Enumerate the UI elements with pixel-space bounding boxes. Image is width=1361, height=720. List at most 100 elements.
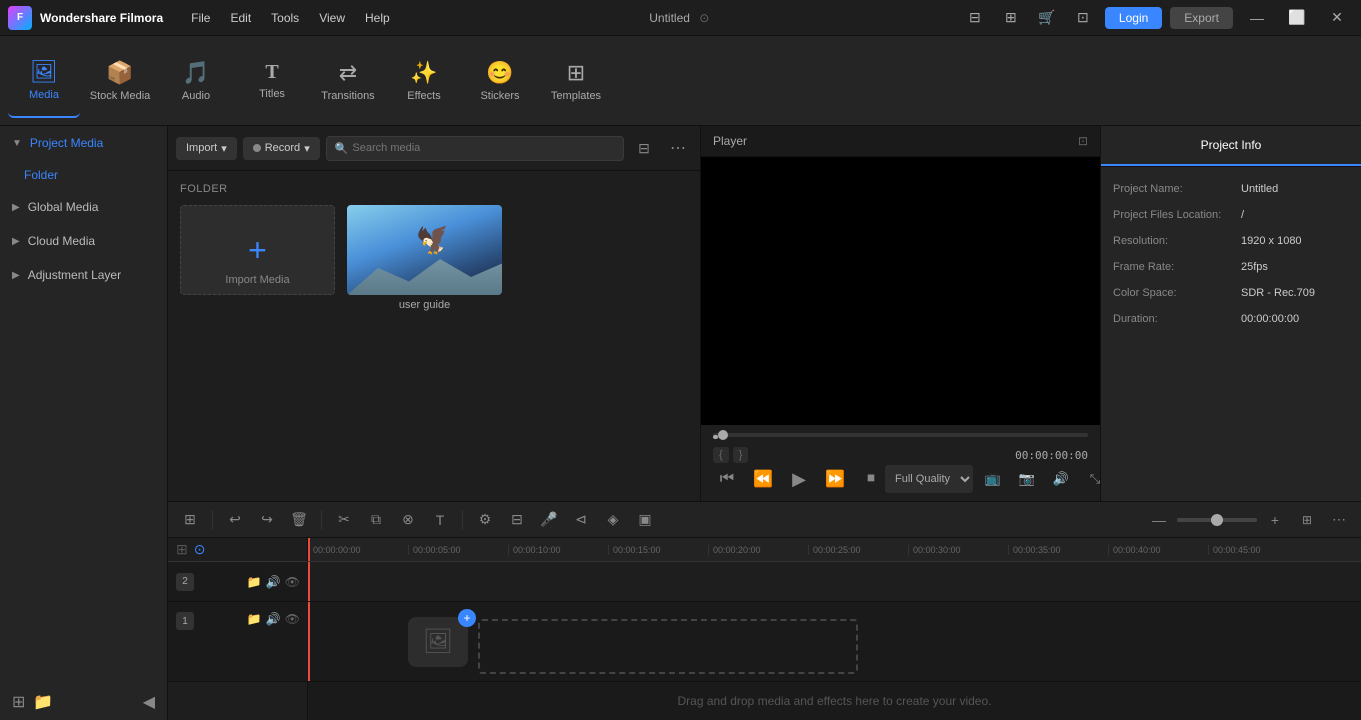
timeline-add-track-button[interactable]: ⊞	[176, 506, 204, 534]
folder-icon[interactable]: 📁	[33, 692, 53, 712]
track-row-2: 2 📁 🔊 👁	[168, 562, 1361, 602]
delete-button[interactable]: 🗑	[285, 506, 313, 534]
sidebar-item-adjustment-layer[interactable]: ▶ Adjustment Layer	[0, 258, 167, 292]
tool-stickers[interactable]: 😊 Stickers	[464, 44, 536, 118]
sidebar-folder-item[interactable]: Folder	[0, 160, 167, 190]
menu-help[interactable]: Help	[357, 9, 398, 27]
autosave-icon: ⊙	[699, 11, 709, 25]
stop-button[interactable]: ⏹	[857, 465, 885, 493]
track-content-1[interactable]: 🖼 +	[308, 602, 1361, 682]
minimize-button[interactable]: —	[1241, 4, 1273, 32]
track-eye-icon-2[interactable]: 👁	[285, 575, 300, 589]
zoom-out-button[interactable]: —	[1145, 506, 1173, 534]
grid-icon[interactable]: ⊞	[997, 4, 1025, 32]
record-button[interactable]: Record ▾	[243, 137, 320, 160]
voice-button[interactable]: 🎤	[535, 506, 563, 534]
step-back-button[interactable]: ⏪	[749, 465, 777, 493]
screenshot-button[interactable]: 📷	[1013, 465, 1041, 493]
more-timeline-options[interactable]: ⋯	[1325, 506, 1353, 534]
sidebar-label-cloud-media: Cloud Media	[28, 234, 95, 248]
step-forward-button[interactable]: ⏩	[821, 465, 849, 493]
time-label-5: 00:00:25:00	[808, 545, 908, 555]
zoom-slider[interactable]	[1177, 518, 1257, 522]
undo-button[interactable]: ↩	[221, 506, 249, 534]
filter-button[interactable]: ⊟	[630, 134, 658, 162]
add-track-small-button[interactable]: ⊞	[176, 541, 188, 558]
info-value-resolution: 1920 x 1080	[1241, 235, 1302, 247]
player-expand-icon[interactable]: ⊡	[1078, 134, 1088, 148]
stickers-icon: 😊	[486, 60, 513, 86]
tab-project-info[interactable]: Project Info	[1101, 126, 1361, 166]
rewind-button[interactable]: ⏮	[713, 465, 741, 493]
menu-tools[interactable]: Tools	[263, 9, 307, 27]
track-folder-icon-2[interactable]: 📁	[247, 575, 262, 589]
track-folder-icon-1[interactable]: 📁	[247, 612, 262, 626]
tool-effects[interactable]: ✨ Effects	[388, 44, 460, 118]
monitor-icon[interactable]: ⊟	[961, 4, 989, 32]
snap-button[interactable]: ⊟	[503, 506, 531, 534]
more-options-button[interactable]: ⋯	[664, 134, 692, 162]
close-button[interactable]: ✕	[1321, 4, 1353, 32]
track-header-empty	[168, 682, 308, 720]
import-media-thumb[interactable]: + Import Media	[180, 205, 335, 311]
effects-icon: ✨	[410, 60, 437, 86]
sidebar-item-global-media[interactable]: ▶ Global Media	[0, 190, 167, 224]
tool-templates[interactable]: ⊞ Templates	[540, 44, 612, 118]
progress-bar[interactable]	[713, 433, 1088, 437]
screen-mode-button[interactable]: 📺	[979, 465, 1007, 493]
menu-view[interactable]: View	[311, 9, 353, 27]
menu-edit[interactable]: Edit	[222, 9, 259, 27]
maximize-button[interactable]: ⬜	[1281, 4, 1313, 32]
detach-audio-button[interactable]: ⊗	[394, 506, 422, 534]
link-icon[interactable]: ⊙	[194, 541, 206, 558]
collapse-icon[interactable]: ◀	[143, 692, 155, 712]
menu-file[interactable]: File	[183, 9, 218, 27]
time-label-3: 00:00:15:00	[608, 545, 708, 555]
search-input[interactable]	[352, 142, 615, 154]
tool-media[interactable]: 🖼 Media	[8, 44, 80, 118]
track-audio-icon-1[interactable]: 🔊	[266, 612, 281, 626]
in-point-marker[interactable]: {	[713, 447, 729, 463]
import-label: Import	[186, 142, 217, 154]
login-button[interactable]: Login	[1105, 7, 1162, 29]
tool-stock-media[interactable]: 📦 Stock Media	[84, 44, 156, 118]
user-guide-thumb[interactable]: 🦅 user guide	[347, 205, 502, 311]
text-button[interactable]: T	[426, 506, 454, 534]
sidebar-item-cloud-media[interactable]: ▶ Cloud Media	[0, 224, 167, 258]
quality-select[interactable]: Full Quality	[885, 465, 973, 493]
grid-view-button[interactable]: ⊞	[1293, 506, 1321, 534]
redo-button[interactable]: ↪	[253, 506, 281, 534]
tool-stickers-label: Stickers	[480, 90, 519, 102]
sidebar-item-project-media[interactable]: ▼ Project Media	[0, 126, 167, 160]
import-button[interactable]: Import ▾	[176, 137, 237, 160]
track-audio-icon-2[interactable]: 🔊	[266, 575, 281, 589]
toolbar-divider-3	[462, 510, 463, 530]
layout-icon[interactable]: ⊡	[1069, 4, 1097, 32]
zoom-in-button[interactable]: +	[1261, 506, 1289, 534]
info-label-colorspace: Color Space:	[1113, 287, 1233, 299]
volume-button[interactable]: 🔊	[1047, 465, 1075, 493]
tool-transitions[interactable]: ⇄ Transitions	[312, 44, 384, 118]
project-title: Untitled	[649, 11, 690, 25]
copy-button[interactable]: ⧉	[362, 506, 390, 534]
time-label-0: 00:00:00:00	[308, 545, 408, 555]
add-media-icon: +	[248, 232, 267, 269]
cut-button[interactable]: ✂	[330, 506, 358, 534]
time-label-2: 00:00:10:00	[508, 545, 608, 555]
app-name: Wondershare Filmora	[40, 11, 163, 25]
transitions-icon: ⇄	[339, 60, 357, 86]
out-point-marker[interactable]: }	[733, 447, 749, 463]
export-button[interactable]: Export	[1170, 7, 1233, 29]
keyframe-button[interactable]: ◈	[599, 506, 627, 534]
color-button[interactable]: ▣	[631, 506, 659, 534]
tool-audio[interactable]: 🎵 Audio	[160, 44, 232, 118]
mark-in-button[interactable]: ⊲	[567, 506, 595, 534]
add-folder-icon[interactable]: ⊞	[12, 692, 25, 712]
play-button[interactable]: ▶	[785, 465, 813, 493]
tool-titles[interactable]: T Titles	[236, 44, 308, 118]
settings-button[interactable]: ⚙	[471, 506, 499, 534]
toolbar-divider-1	[212, 510, 213, 530]
track-eye-icon-1[interactable]: 👁	[285, 612, 300, 626]
store-icon[interactable]: 🛒	[1033, 4, 1061, 32]
drop-zone-text-area: Drag and drop media and effects here to …	[308, 682, 1361, 720]
